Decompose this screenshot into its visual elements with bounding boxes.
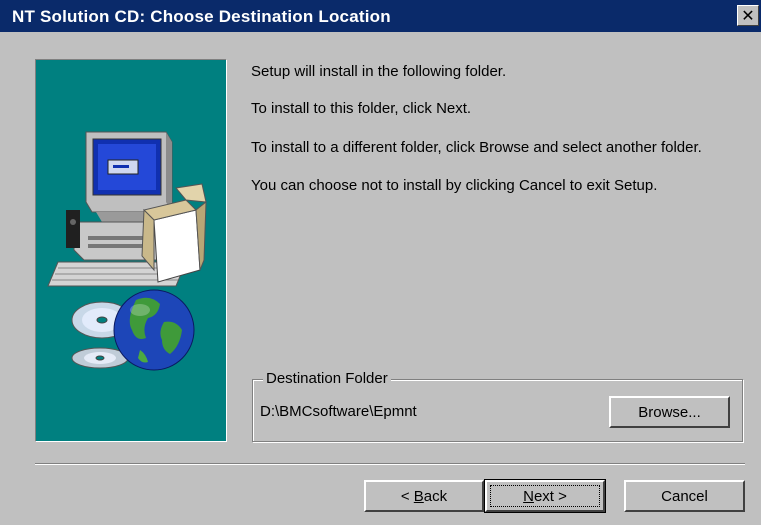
side-panel-artwork: [35, 59, 227, 442]
next-button[interactable]: Next >: [484, 479, 606, 513]
setup-dialog: NT Solution CD: Choose Destination Locat…: [0, 0, 761, 525]
title-bar: NT Solution CD: Choose Destination Locat…: [0, 0, 761, 32]
button-separator: [35, 463, 745, 465]
close-icon: ✕: [741, 5, 755, 25]
destination-path: D:\BMCsoftware\Epmnt: [260, 403, 417, 420]
focus-rectangle: [490, 485, 600, 507]
back-button-label: < Back: [400, 487, 448, 505]
globe-icon: [113, 289, 195, 371]
close-button[interactable]: ✕: [737, 5, 759, 26]
browse-button[interactable]: Browse...: [609, 396, 730, 428]
cancel-instruction: You can choose not to install by clickin…: [251, 177, 658, 194]
browse-button-label: Browse...: [638, 403, 701, 421]
destination-folder-label: Destination Folder: [263, 370, 391, 387]
destination-folder-group: Destination Folder D:\BMCsoftware\Epmnt …: [252, 370, 743, 442]
setup-artwork: [47, 131, 207, 371]
next-instruction: To install to this folder, click Next.: [251, 100, 472, 117]
intro-message: Setup will install in the following fold…: [251, 63, 507, 80]
window-title: NT Solution CD: Choose Destination Locat…: [12, 7, 391, 26]
cancel-button-label: Cancel: [661, 487, 708, 505]
back-button[interactable]: < Back: [364, 480, 484, 512]
browse-instruction: To install to a different folder, click …: [251, 139, 702, 156]
cancel-button[interactable]: Cancel: [624, 480, 745, 512]
